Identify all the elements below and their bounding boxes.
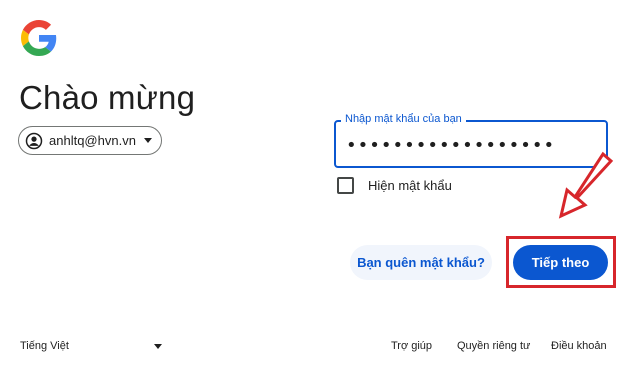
account-email: anhltq@hvn.vn: [49, 133, 136, 148]
signin-page: Chào mừng anhltq@hvn.vn Nhập mật khẩu củ…: [0, 0, 624, 371]
language-selector[interactable]: Tiếng Việt: [20, 340, 162, 352]
account-chooser-chip[interactable]: anhltq@hvn.vn: [18, 126, 162, 155]
red-arrow-icon: [558, 151, 614, 219]
google-logo-icon: [21, 20, 57, 56]
account-circle-icon: [25, 132, 43, 149]
show-password-toggle[interactable]: Hiện mật khẩu: [337, 177, 452, 194]
password-field-label: Nhập mật khẩu của bạn: [341, 112, 466, 126]
footer-link-help[interactable]: Trợ giúp: [391, 340, 432, 352]
show-password-label: Hiện mật khẩu: [368, 178, 452, 193]
next-button[interactable]: Tiếp theo: [513, 245, 608, 280]
chevron-down-icon: [154, 343, 162, 349]
footer-link-terms[interactable]: Điều khoản: [551, 340, 607, 352]
page-title: Chào mừng: [19, 79, 196, 116]
forgot-password-button[interactable]: Bạn quên mật khẩu?: [350, 245, 492, 280]
show-password-checkbox[interactable]: [337, 177, 354, 194]
footer-link-privacy[interactable]: Quyền riêng tư: [457, 340, 530, 352]
chevron-down-icon: [143, 138, 152, 143]
language-label: Tiếng Việt: [20, 340, 69, 352]
